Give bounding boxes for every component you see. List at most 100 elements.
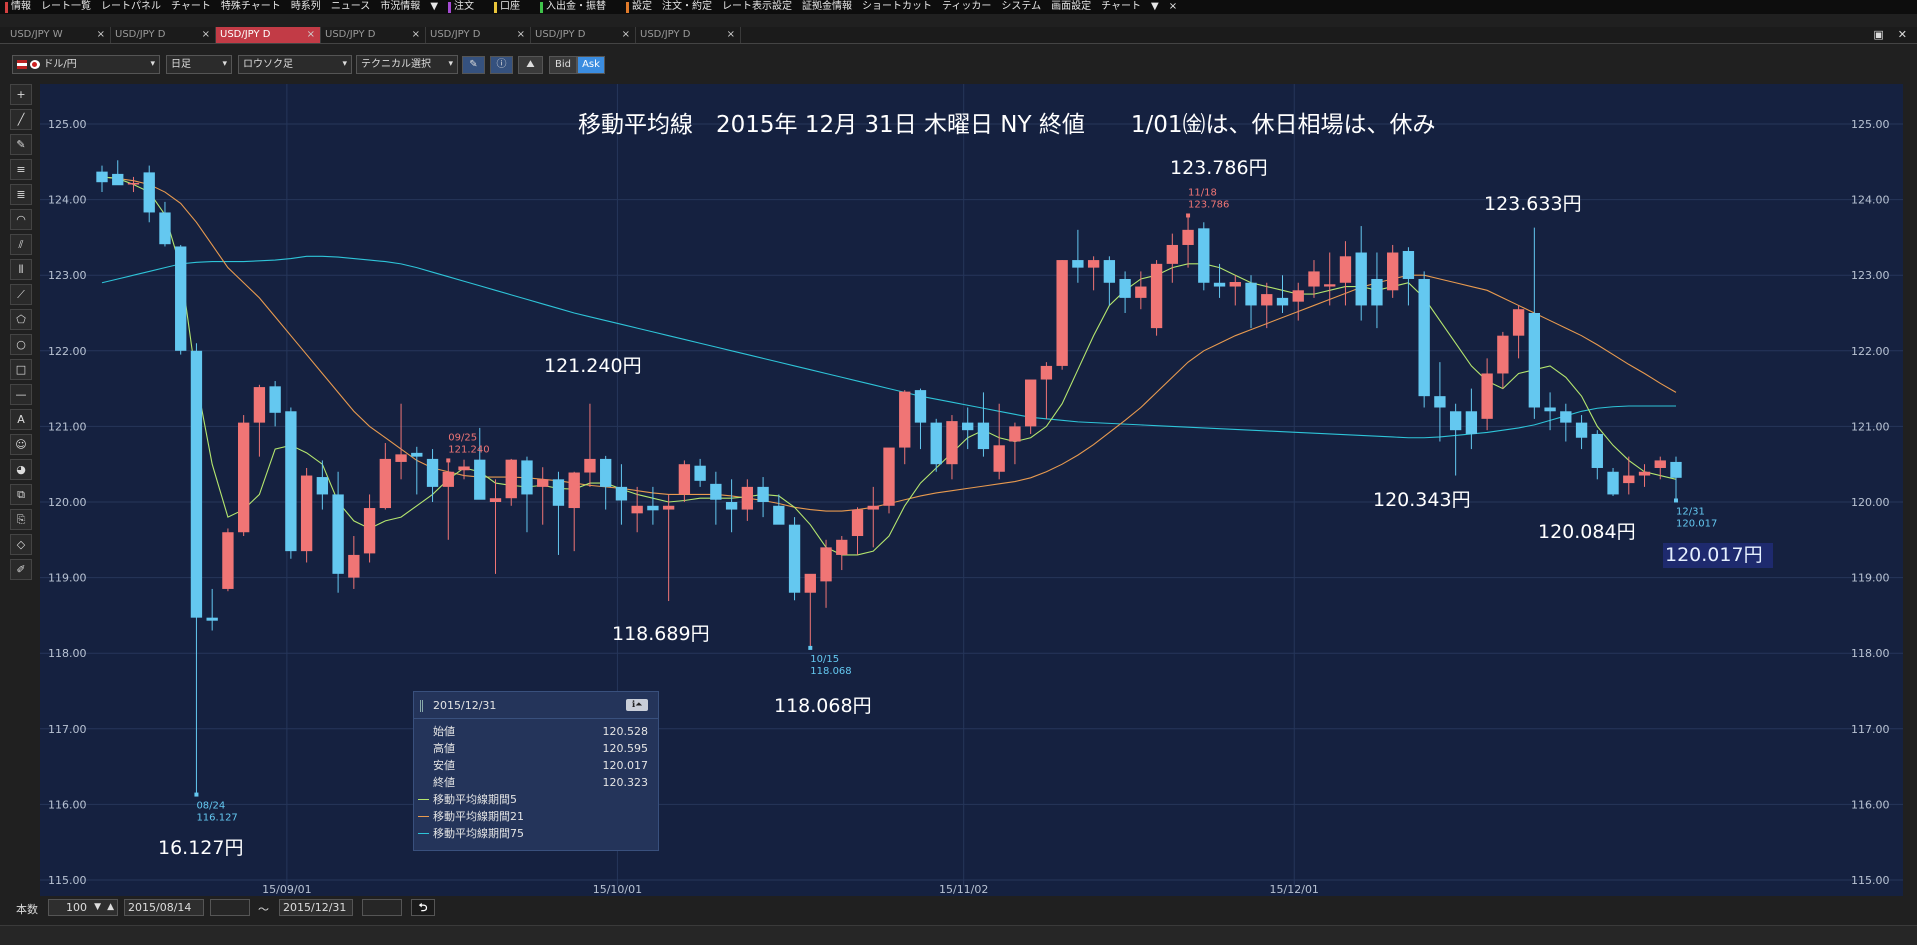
drawing-tool-icon[interactable]: A bbox=[10, 409, 32, 430]
menu-item[interactable]: ティッカー bbox=[937, 0, 996, 14]
x-tick-label: 15/09/01 bbox=[262, 883, 311, 896]
menu-item[interactable]: × bbox=[1164, 0, 1182, 14]
chart-tab[interactable]: USD/JPY W × bbox=[6, 27, 111, 43]
menu-item-label: チャート bbox=[171, 1, 211, 12]
menu-item[interactable]: 証拠金情報 bbox=[797, 0, 857, 14]
menu-item[interactable]: 特殊チャート bbox=[216, 0, 286, 14]
menu-item[interactable]: チャート bbox=[166, 0, 216, 14]
price-annotation: 118.068円 bbox=[774, 695, 872, 717]
count-input[interactable]: 100 ▼ ▲ bbox=[48, 899, 118, 916]
menu-item[interactable]: レートパネル bbox=[96, 0, 166, 14]
menu-item[interactable]: システム bbox=[996, 0, 1046, 14]
menu-item[interactable]: 設定 bbox=[621, 0, 657, 14]
drawing-tool-icon[interactable]: ≣ bbox=[10, 184, 32, 205]
menu-item[interactable]: 注文・約定 bbox=[657, 0, 717, 14]
menu-item[interactable] bbox=[525, 0, 535, 14]
candle-body bbox=[977, 422, 990, 450]
close-tab-icon[interactable]: × bbox=[517, 27, 525, 43]
menu-item[interactable]: 画面設定 bbox=[1046, 0, 1096, 14]
drawing-tool-icon[interactable]: ╱ bbox=[10, 109, 32, 130]
drawing-tool-icon[interactable]: ✐ bbox=[10, 559, 32, 580]
menu-item[interactable] bbox=[479, 0, 489, 14]
close-tab-icon[interactable]: × bbox=[622, 27, 630, 43]
menu-item[interactable]: ショートカット bbox=[857, 0, 937, 14]
timeframe-select[interactable]: 日足 ▾ bbox=[166, 55, 232, 74]
close-tab-icon[interactable]: × bbox=[412, 27, 420, 43]
chart-tab[interactable]: USD/JPY D × bbox=[111, 27, 216, 43]
menu-item[interactable]: 口座 bbox=[489, 0, 525, 14]
drawing-tool-icon[interactable]: ✎ bbox=[10, 134, 32, 155]
drawing-tool-icon[interactable]: ⦀ bbox=[10, 259, 32, 280]
candle-body bbox=[1087, 260, 1100, 268]
ask-button[interactable]: Ask bbox=[577, 56, 605, 74]
menu-item[interactable]: 入出金・振替 bbox=[535, 0, 611, 14]
drawing-tool-icon[interactable]: ≡ bbox=[10, 159, 32, 180]
candle-body bbox=[1607, 471, 1619, 495]
apply-range-button[interactable]: ⮌ bbox=[411, 899, 435, 916]
from-time-input[interactable] bbox=[210, 899, 250, 916]
close-window-icon[interactable]: ✕ bbox=[1898, 28, 1907, 41]
menu-item[interactable]: レート一覧 bbox=[36, 0, 96, 14]
drawing-tool-icon[interactable]: ⫽ bbox=[10, 234, 32, 255]
extreme-marker bbox=[446, 458, 451, 463]
info-collapse-button[interactable]: ℹ⏶ bbox=[626, 699, 648, 711]
menu-item[interactable]: 時系列 bbox=[286, 0, 326, 14]
extreme-date-label: 10/15 bbox=[810, 654, 839, 665]
drawing-tool-icon[interactable]: ◠ bbox=[10, 209, 32, 230]
drag-handle-icon[interactable] bbox=[420, 700, 423, 712]
chart-tab[interactable]: USD/JPY D × bbox=[531, 27, 636, 43]
candle-body bbox=[631, 505, 643, 514]
menu-item[interactable]: ▼ bbox=[1146, 0, 1164, 14]
drawing-tool-icon[interactable]: ⟋ bbox=[10, 284, 32, 305]
chart-window: 情報 レート一覧 レートパネル チャート 特殊チャート 時系列 ニュース 市況情報 ▼ 注文 口座入… bbox=[0, 0, 1917, 945]
drawing-tool-icon[interactable]: ⎘ bbox=[10, 509, 32, 530]
menu-item[interactable] bbox=[611, 0, 621, 14]
close-tab-icon[interactable]: × bbox=[307, 27, 315, 43]
to-time-input[interactable] bbox=[362, 899, 402, 916]
ohlc-info-date: 2015/12/31 bbox=[433, 699, 497, 712]
drawing-tool-icon[interactable]: + bbox=[10, 84, 32, 105]
drawing-tool-icon[interactable]: ◇ bbox=[10, 534, 32, 555]
menu-item[interactable]: 情報 bbox=[0, 0, 36, 14]
chart-tab[interactable]: USD/JPY D × bbox=[636, 27, 741, 43]
currency-select[interactable]: ドル/円 ▾ bbox=[12, 55, 160, 74]
candlestick-chart[interactable]: 125.00 125.00 124.00 124.00 123.00 123.00 122.… bbox=[40, 84, 1903, 896]
chart-type-select[interactable]: ロウソク足 ▾ bbox=[238, 55, 352, 74]
menu-item[interactable]: ニュース bbox=[326, 0, 376, 14]
y-tick-label-left: 118.00 bbox=[48, 647, 87, 660]
drawing-tool-icon[interactable]: ☺ bbox=[10, 434, 32, 455]
ohlc-info-header[interactable]: 2015/12/31 ℹ⏶ bbox=[414, 692, 658, 719]
chart-tab[interactable]: USD/JPY D × bbox=[216, 27, 321, 43]
technical-select[interactable]: テクニカル選択 ▾ bbox=[356, 55, 458, 74]
menu-item[interactable]: 注文 bbox=[443, 0, 479, 14]
to-date-input[interactable]: 2015/12/31 bbox=[279, 899, 353, 916]
chart-tab[interactable]: USD/JPY D × bbox=[426, 27, 531, 43]
candle-body bbox=[851, 509, 864, 537]
drawing-tool-icon[interactable]: ⬠ bbox=[10, 309, 32, 330]
menu-item[interactable]: レート表示設定 bbox=[717, 0, 797, 14]
price-annotation: 123.786円 bbox=[1170, 157, 1268, 179]
close-tab-icon[interactable]: × bbox=[727, 27, 735, 43]
close-tab-icon[interactable]: × bbox=[97, 27, 105, 43]
chart-area[interactable]: 125.00 125.00 124.00 124.00 123.00 123.00 122.… bbox=[40, 84, 1903, 896]
draw-pen-button[interactable]: ✎ bbox=[462, 56, 485, 74]
bid-button[interactable]: Bid bbox=[549, 56, 577, 74]
menu-item[interactable]: 市況情報 bbox=[375, 0, 425, 14]
chevron-down-icon[interactable]: ▼ bbox=[94, 900, 101, 915]
restore-window-icon[interactable]: ▣ bbox=[1873, 28, 1883, 41]
drawing-tool-icon[interactable]: — bbox=[10, 384, 32, 405]
close-tab-icon[interactable]: × bbox=[202, 27, 210, 43]
from-date-input[interactable]: 2015/08/14 bbox=[124, 899, 204, 916]
menu-item[interactable]: ▼ bbox=[425, 0, 443, 14]
menu-item[interactable]: チャート bbox=[1096, 0, 1146, 14]
candle-body bbox=[1591, 433, 1603, 468]
drawing-tool-icon[interactable]: ○ bbox=[10, 334, 32, 355]
chart-tab[interactable]: USD/JPY D × bbox=[321, 27, 426, 43]
drawing-tool-icon[interactable]: ◕ bbox=[10, 459, 32, 480]
drawing-tool-icon[interactable]: □ bbox=[10, 359, 32, 380]
chart-style-button[interactable]: ⛰ bbox=[518, 56, 543, 74]
info-button[interactable]: ⓘ bbox=[490, 56, 513, 74]
chevron-up-icon[interactable]: ▲ bbox=[107, 900, 114, 915]
drawing-tool-icon[interactable]: ⧉ bbox=[10, 484, 32, 505]
candle-body bbox=[1056, 260, 1068, 366]
